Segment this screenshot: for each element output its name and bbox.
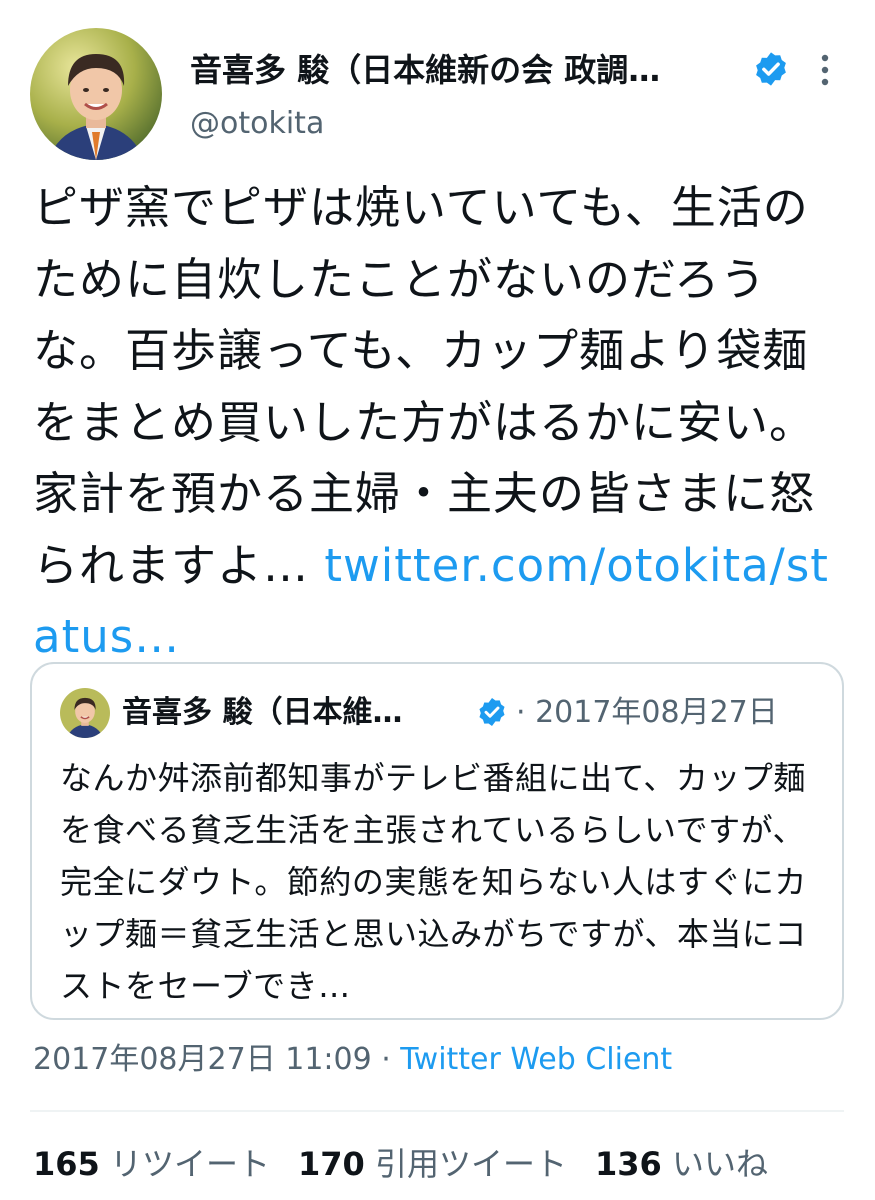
divider [30,1110,844,1112]
retweets-stat[interactable]: 165 リツイート [33,1140,270,1188]
quote-author-display-name: 音喜多 駿（日本維… [122,695,403,730]
tweet-timestamp[interactable]: 2017年08月27日 11:09 [33,1042,372,1077]
likes-label: いいね [671,1145,768,1183]
quotes-count: 170 [297,1145,365,1183]
author-display-name[interactable]: 音喜多 駿（日本維新の会 政調… [190,48,730,92]
author-avatar[interactable] [30,28,162,160]
verified-badge-icon [476,696,508,728]
quote-text: なんか舛添前都知事がテレビ番組に出て、カップ麺を食べる貧乏生活を主張されているら… [60,759,807,1005]
tweet-stats: 165 リツイート 170 引用ツイート 136 いいね [33,1140,796,1188]
quotes-label: 引用ツイート [374,1145,567,1183]
author-handle[interactable]: @otokita [190,104,324,144]
meta-separator: · [371,1042,401,1077]
quote-date: · 2017年08月27日 [516,695,778,730]
quote-author-avatar [60,688,110,738]
quotes-stat[interactable]: 170 引用ツイート [298,1140,567,1188]
tweet-meta: 2017年08月27日 11:09 · Twitter Web Client [33,1036,672,1084]
retweets-count: 165 [33,1145,100,1183]
tweet-body: ピザ窯でピザは焼いていても、生活のために自炊したことがないのだろうな。百歩譲って… [33,181,816,592]
quoted-tweet-card[interactable]: 音喜多 駿（日本維… · 2017年08月27日 なんか舛添前都知事がテレビ番組… [30,662,844,1020]
tweet-client[interactable]: Twitter Web Client [400,1042,672,1077]
verified-badge-icon [752,50,790,88]
tweet-text: ピザ窯でピザは焼いていても、生活のために自炊したことがないのだろうな。百歩譲って… [33,172,843,673]
more-vertical-icon[interactable] [812,52,838,88]
likes-stat[interactable]: 136 いいね [595,1140,768,1188]
tweet: 音喜多 駿（日本維新の会 政調… @otokita ピザ窯でピザは焼いていても、… [0,0,875,1200]
likes-count: 136 [594,1145,662,1183]
retweets-label: リツイート [109,1145,270,1183]
